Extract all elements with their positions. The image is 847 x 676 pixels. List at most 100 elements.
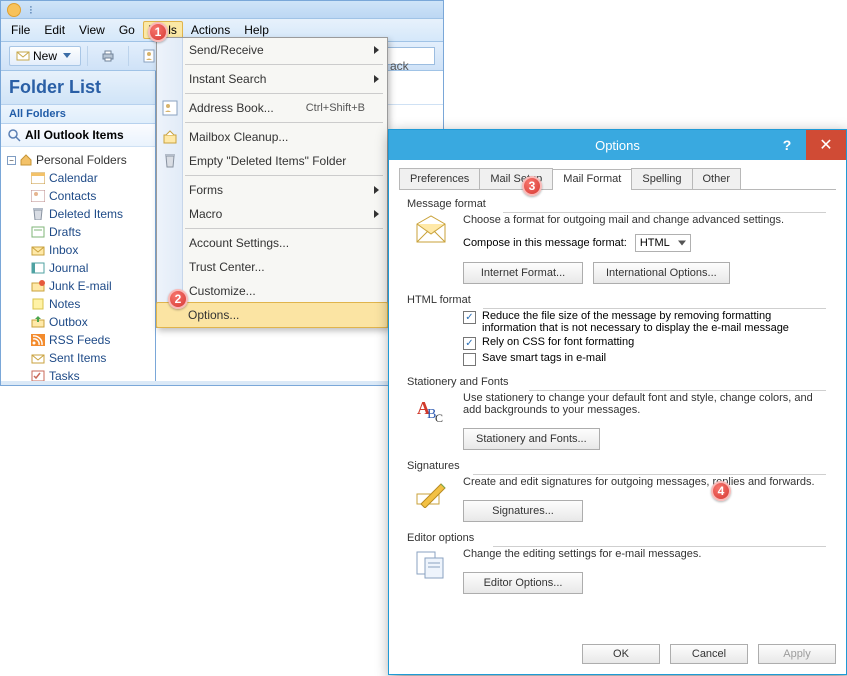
tab-preferences[interactable]: Preferences	[399, 168, 480, 189]
tree-tasks[interactable]: Tasks	[1, 367, 155, 381]
menu-separator	[185, 228, 383, 229]
nav-all-outlook-items[interactable]: All Outlook Items	[1, 124, 155, 147]
dialog-titlebar: Options ? ✕	[389, 130, 846, 160]
group-title: Editor options	[407, 532, 828, 544]
shortcut-label: Ctrl+Shift+B	[306, 102, 365, 114]
outbox-icon	[31, 316, 45, 328]
new-button-dropdown-icon	[60, 49, 74, 63]
group-title: Message format	[407, 198, 828, 210]
tree-sent[interactable]: Sent Items	[1, 349, 155, 367]
menu-send-receive[interactable]: Send/Receive	[157, 38, 387, 62]
nav-all-outlook-items-label: All Outlook Items	[25, 128, 124, 142]
tree-journal[interactable]: Journal	[1, 259, 155, 277]
menu-empty-deleted[interactable]: Empty "Deleted Items" Folder	[157, 149, 387, 173]
menu-separator	[185, 64, 383, 65]
cancel-button[interactable]: Cancel	[670, 644, 748, 664]
contacts-icon	[31, 190, 45, 202]
menu-file[interactable]: File	[11, 23, 30, 37]
svg-text:C: C	[435, 411, 443, 424]
tree-junk[interactable]: Junk E-mail	[1, 277, 155, 295]
menu-view[interactable]: View	[79, 23, 105, 37]
chk-rely-css[interactable]: Rely on CSS for font formatting	[407, 336, 828, 350]
group-divider	[529, 390, 826, 391]
tab-mail-format[interactable]: Mail Format	[552, 169, 632, 190]
group-signatures: Signatures Create and edit signatures fo…	[403, 460, 832, 522]
toolbar-separator	[128, 46, 129, 66]
menu-address-book[interactable]: Address Book... Ctrl+Shift+B	[157, 96, 387, 120]
menu-separator	[185, 93, 383, 94]
editor-options-button[interactable]: Editor Options...	[463, 572, 583, 594]
group-title: HTML format	[407, 294, 828, 306]
tree-outbox[interactable]: Outbox	[1, 313, 155, 331]
group-divider	[483, 308, 826, 309]
print-button[interactable]	[94, 46, 122, 66]
tree-personal-folders[interactable]: − Personal Folders	[1, 151, 155, 169]
menu-help[interactable]: Help	[244, 23, 269, 37]
internet-format-button[interactable]: Internet Format...	[463, 262, 583, 284]
chk-reduce-label: Reduce the file size of the message by r…	[482, 310, 828, 334]
group-html-format: HTML format Reduce the file size of the …	[403, 294, 832, 366]
menu-customize[interactable]: Customize...	[157, 279, 387, 303]
stationery-desc: Use stationery to change your default fo…	[463, 392, 828, 416]
dialog-help-button[interactable]: ?	[770, 130, 804, 160]
group-content: Choose a format for outgoing mail and ch…	[407, 214, 828, 284]
dialog-footer: OK Cancel Apply	[389, 634, 846, 674]
menu-account-settings[interactable]: Account Settings...	[157, 231, 387, 255]
tab-mail-setup[interactable]: Mail Setup	[479, 168, 553, 189]
tree-contacts[interactable]: Contacts	[1, 187, 155, 205]
apply-button[interactable]: Apply	[758, 644, 836, 664]
tree-inbox[interactable]: Inbox	[1, 241, 155, 259]
menu-macro[interactable]: Macro	[157, 202, 387, 226]
tree-rss[interactable]: RSS Feeds	[1, 331, 155, 349]
titlebar-decor: ⁝	[29, 3, 35, 17]
stationery-fonts-button[interactable]: Stationery and Fonts...	[463, 428, 600, 450]
menu-options[interactable]: Options...	[156, 302, 388, 328]
menu-go[interactable]: Go	[119, 23, 135, 37]
tasks-icon	[31, 370, 45, 381]
dialog-title: Options	[595, 138, 640, 153]
new-button[interactable]: New	[9, 46, 81, 66]
notes-icon	[31, 298, 45, 310]
tree-expand-icon[interactable]: −	[7, 156, 16, 165]
international-options-button[interactable]: International Options...	[593, 262, 730, 284]
tree-drafts[interactable]: Drafts	[1, 223, 155, 241]
message-format-buttons: Internet Format... International Options…	[463, 262, 734, 284]
signatures-button[interactable]: Signatures...	[463, 500, 583, 522]
new-mail-icon	[16, 49, 30, 63]
ok-button[interactable]: OK	[582, 644, 660, 664]
menu-edit[interactable]: Edit	[44, 23, 65, 37]
new-button-label: New	[33, 49, 57, 63]
submenu-arrow-icon	[374, 186, 379, 194]
tab-spelling[interactable]: Spelling	[631, 168, 692, 189]
drafts-icon	[31, 226, 45, 238]
dialog-body: Preferences Mail Setup Mail Format Spell…	[389, 160, 846, 634]
compose-format-select[interactable]: HTML	[635, 234, 691, 252]
checkbox-icon	[463, 311, 476, 324]
address-book-icon	[162, 100, 178, 116]
nav-all-folders[interactable]: All Folders	[1, 105, 155, 124]
compose-format-label: Compose in this message format:	[463, 237, 627, 249]
junk-icon	[31, 280, 45, 292]
menu-instant-search[interactable]: Instant Search	[157, 67, 387, 91]
menu-forms[interactable]: Forms	[157, 178, 387, 202]
folder-tree: − Personal Folders Calendar Contacts Del…	[1, 147, 155, 381]
tab-page-mail-format: Message format Choose a format for outgo…	[399, 190, 836, 624]
chk-reduce-filesize[interactable]: Reduce the file size of the message by r…	[407, 310, 828, 334]
tree-notes[interactable]: Notes	[1, 295, 155, 313]
tree-calendar[interactable]: Calendar	[1, 169, 155, 187]
callout-badge-1: 1	[148, 22, 168, 42]
dropdown-arrow-icon	[678, 241, 686, 246]
menu-trust-center[interactable]: Trust Center...	[157, 255, 387, 279]
chk-smart-tags[interactable]: Save smart tags in e-mail	[407, 352, 828, 366]
dialog-close-button[interactable]: ✕	[806, 130, 846, 160]
signature-pen-icon	[415, 476, 447, 508]
close-icon: ✕	[819, 135, 832, 155]
nav-header: Folder List	[1, 71, 155, 105]
menu-mailbox-cleanup[interactable]: Mailbox Cleanup...	[157, 125, 387, 149]
tree-deleted-items[interactable]: Deleted Items	[1, 205, 155, 223]
menu-actions[interactable]: Actions	[191, 23, 230, 37]
group-divider	[493, 546, 826, 547]
tab-other[interactable]: Other	[692, 168, 742, 189]
checkbox-icon	[463, 337, 476, 350]
group-message-format: Message format Choose a format for outgo…	[403, 198, 832, 284]
